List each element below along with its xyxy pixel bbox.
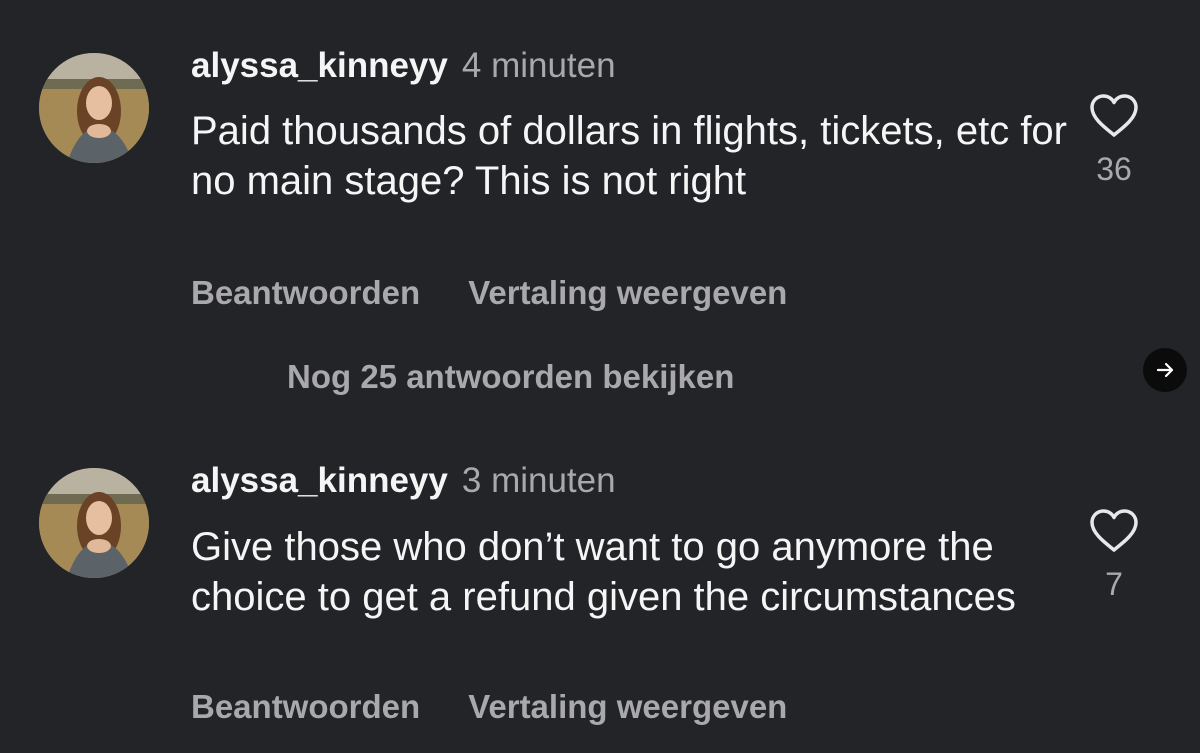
timestamp: 3 minuten xyxy=(461,461,616,500)
arrow-right-icon xyxy=(1156,362,1174,378)
comment-header: alyssa_kinneyy 3 minuten xyxy=(191,461,616,501)
translate-button[interactable]: Vertaling weergeven xyxy=(468,274,787,311)
next-button[interactable] xyxy=(1143,348,1187,392)
avatar[interactable] xyxy=(39,53,149,163)
like-count: 7 xyxy=(1105,566,1123,602)
reply-button[interactable]: Beantwoorden xyxy=(191,274,420,311)
comment-text: Give those who don’t want to go anymore … xyxy=(191,525,1016,619)
username[interactable]: alyssa_kinneyy xyxy=(191,46,448,85)
avatar[interactable] xyxy=(39,468,149,578)
heart-outline-icon[interactable] xyxy=(1088,93,1140,139)
view-more-replies-button[interactable]: Nog 25 antwoorden bekijken xyxy=(287,357,734,397)
comment-header: alyssa_kinneyy 4 minuten xyxy=(191,46,616,86)
heart-outline-icon[interactable] xyxy=(1088,508,1140,554)
comment-actions: Beantwoorden Vertaling weergeven xyxy=(191,687,787,727)
comment-text: Paid thousands of dollars in flights, ti… xyxy=(191,109,1067,203)
timestamp: 4 minuten xyxy=(461,46,616,85)
translate-button[interactable]: Vertaling weergeven xyxy=(468,688,787,725)
like-control: 36 xyxy=(1086,93,1142,187)
username[interactable]: alyssa_kinneyy xyxy=(191,461,448,500)
like-control: 7 xyxy=(1086,508,1142,602)
like-count: 36 xyxy=(1096,151,1132,187)
comment-actions: Beantwoorden Vertaling weergeven xyxy=(191,273,787,313)
reply-button[interactable]: Beantwoorden xyxy=(191,688,420,725)
